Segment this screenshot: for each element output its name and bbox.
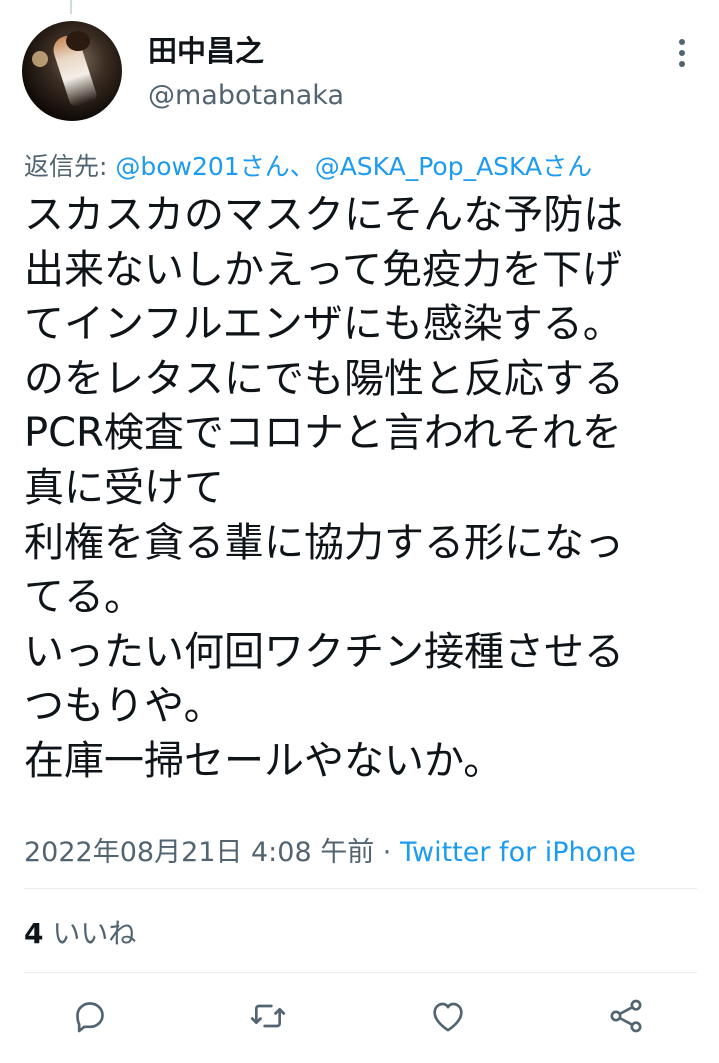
reply-to-mentions[interactable]: @bow201さん、@ASKA_Pop_ASKAさん [115, 152, 592, 181]
display-name[interactable]: 田中昌之 [148, 28, 264, 70]
tweet-text: スカスカのマスクにそんな予防は 出来ないしかえって免疫力を下げ てインフルエンザ… [24, 192, 624, 784]
likes-count[interactable]: 4 いいね [24, 912, 136, 952]
thread-connector-line [70, 0, 72, 14]
action-bar [0, 996, 719, 1042]
user-handle[interactable]: @mabotanaka [148, 80, 344, 111]
more-vertical-icon[interactable] [672, 36, 692, 70]
avatar[interactable] [22, 21, 122, 121]
avatar-stage-light [32, 51, 48, 67]
reply-to-line: 返信先: @bow201さん、@ASKA_Pop_ASKAさん [24, 147, 592, 183]
retweet-icon[interactable] [248, 996, 294, 1042]
like-icon[interactable] [428, 996, 474, 1042]
share-icon[interactable] [606, 996, 652, 1042]
reply-icon[interactable] [70, 996, 116, 1042]
likes-number: 4 [24, 917, 44, 950]
tweet-meta: 2022年08月21日 4:08 午前 · Twitter for iPhone [24, 830, 636, 869]
divider [24, 888, 697, 889]
reply-to-prefix: 返信先: [24, 152, 116, 181]
divider [24, 972, 697, 973]
tweet-source-link[interactable]: Twitter for iPhone [400, 837, 636, 868]
likes-label: いいね [43, 917, 137, 950]
timestamp[interactable]: 2022年08月21日 4:08 午前 · [24, 837, 400, 868]
avatar-head [66, 31, 90, 51]
